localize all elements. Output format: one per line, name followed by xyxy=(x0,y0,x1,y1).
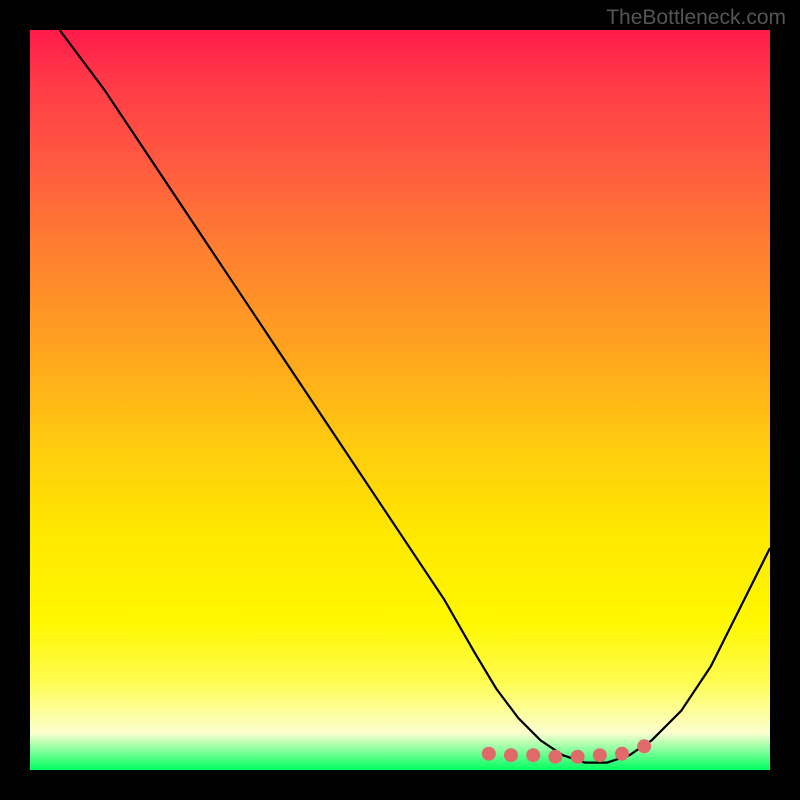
optimal-marker xyxy=(548,750,562,764)
optimal-marker xyxy=(526,748,540,762)
optimal-marker xyxy=(637,739,651,753)
watermark-text: TheBottleneck.com xyxy=(606,6,786,30)
bottleneck-curve xyxy=(60,30,770,763)
plot-area xyxy=(30,30,770,770)
curve-layer xyxy=(30,30,770,770)
optimal-marker xyxy=(615,747,629,761)
optimal-marker xyxy=(593,748,607,762)
optimal-marker xyxy=(571,750,585,764)
optimal-marker xyxy=(504,748,518,762)
optimal-marker xyxy=(482,747,496,761)
